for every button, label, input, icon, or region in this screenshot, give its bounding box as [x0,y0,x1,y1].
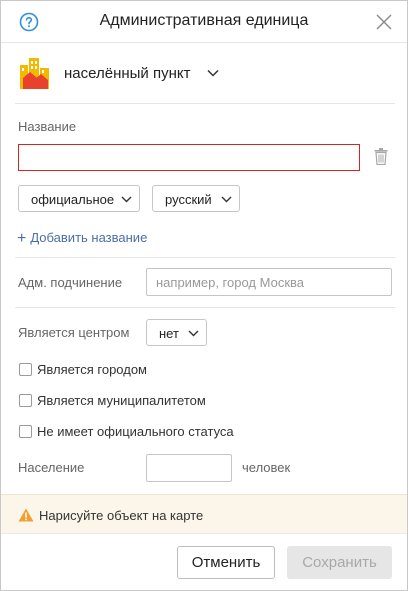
category-selector[interactable]: населённый пункт [17,56,397,92]
save-button[interactable]: Сохранить [287,546,392,579]
is-city-label: Является городом [37,362,147,377]
chevron-down-icon [121,196,132,203]
is-municipality-checkbox[interactable] [19,394,32,407]
trash-icon[interactable] [374,148,388,165]
language-value: русский [165,192,212,207]
warning-text: Нарисуйте объект на карте [39,508,204,523]
is-municipality-label: Является муниципалитетом [37,393,206,408]
divider [15,103,395,104]
center-value: нет [159,326,179,341]
population-unit: человек [242,460,291,475]
divider [15,307,395,308]
admin-unit-panel: Административная единица населённый пунк… [0,0,408,591]
no-official-status-checkbox[interactable] [19,425,32,438]
name-type-value: официальное [31,192,115,207]
panel-header: Административная единица [1,1,407,43]
name-input[interactable] [18,144,360,171]
chevron-down-icon [188,330,199,337]
is-city-checkbox[interactable] [19,363,32,376]
plus-icon: + [17,230,27,247]
category-label: населённый пункт [64,65,191,82]
no-official-status-label: Не имеет официального статуса [37,424,234,439]
add-name-link[interactable]: + Добавить название [17,229,147,247]
subordination-input[interactable] [147,269,391,295]
name-type-select[interactable]: официальное [18,185,140,212]
subordination-label: Адм. подчинение [18,275,123,290]
center-label: Является центром [18,325,130,340]
language-select[interactable]: русский [152,185,240,212]
cancel-button[interactable]: Отменить [177,546,275,579]
close-icon[interactable] [376,14,392,30]
chevron-down-icon [207,69,219,77]
chevron-down-icon [221,196,232,203]
subordination-input-wrapper [146,268,392,296]
population-input[interactable] [146,454,232,482]
warning-bar: Нарисуйте объект на карте [1,494,407,534]
add-name-label: Добавить название [30,230,148,245]
panel-title: Административная единица [99,12,309,29]
name-label: Название [18,119,77,134]
divider [15,257,395,258]
city-buildings-icon [20,58,49,89]
warning-triangle-icon [18,508,34,522]
center-select[interactable]: нет [146,319,207,346]
population-label: Население [18,460,85,475]
